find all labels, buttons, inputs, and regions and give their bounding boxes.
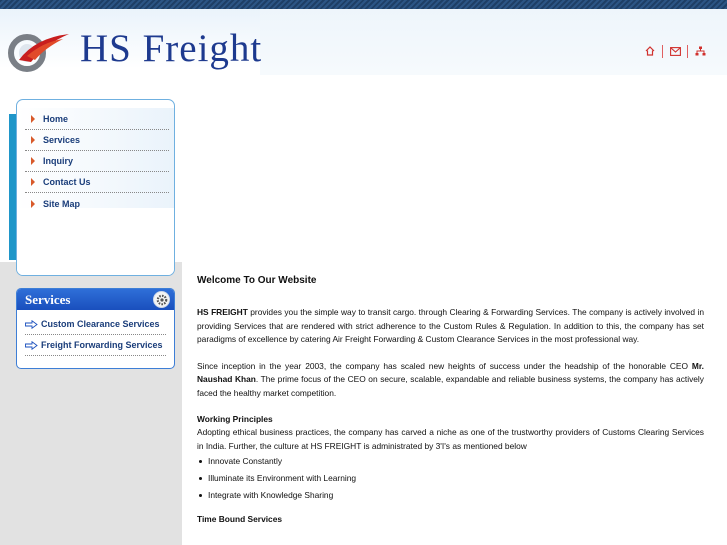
bullet-icon bbox=[199, 460, 202, 463]
bullet-icon bbox=[199, 477, 202, 480]
nav-item-label: Services bbox=[43, 135, 81, 145]
principles-list: Innovate Constantly Illuminate its Envir… bbox=[197, 453, 704, 504]
service-link-label: Custom Clearance Services bbox=[41, 319, 160, 329]
principle-label: Illuminate its Environment with Learning bbox=[208, 472, 357, 483]
principle-label: Innovate Constantly bbox=[208, 455, 283, 466]
nav-item-label: Site Map bbox=[43, 198, 81, 209]
list-item: Innovate Constantly bbox=[197, 453, 704, 470]
nav-item-contact-us[interactable]: Contact Us bbox=[25, 172, 169, 193]
header-banner bbox=[260, 9, 727, 75]
list-item: Integrate with Knowledge Sharing bbox=[197, 487, 704, 504]
sitemap-icon[interactable] bbox=[693, 44, 707, 58]
nav-item-home[interactable]: Home bbox=[25, 109, 169, 130]
service-link-custom-clearance[interactable]: Custom Clearance Services bbox=[25, 314, 166, 335]
arrow-right-icon bbox=[31, 136, 35, 144]
list-item: Illuminate its Environment with Learning bbox=[197, 470, 704, 487]
arrow-right-icon bbox=[31, 199, 35, 208]
divider bbox=[662, 44, 663, 58]
history-paragraph: Since inception in the year 2003, the co… bbox=[197, 360, 704, 401]
company-name: HS FREIGHT bbox=[197, 307, 248, 317]
services-box: Services Custom Clearance Services Freig… bbox=[16, 288, 175, 369]
bullet-icon bbox=[199, 494, 202, 497]
nav-item-inquiry[interactable]: Inquiry bbox=[25, 151, 169, 172]
nav-item-label: Inquiry bbox=[43, 156, 74, 166]
mail-icon[interactable] bbox=[668, 44, 682, 58]
nav-item-label: Contact Us bbox=[43, 177, 91, 187]
services-header: Services bbox=[17, 289, 174, 310]
hs-freight-swoosh-logo[interactable] bbox=[5, 30, 71, 74]
divider bbox=[687, 44, 688, 58]
nav-item-services[interactable]: Services bbox=[25, 130, 169, 151]
arrow-right-icon bbox=[31, 157, 35, 165]
nav-item-label: Home bbox=[43, 114, 69, 124]
nav-item-site-map[interactable]: Site Map bbox=[25, 193, 169, 214]
nav-box-bottom bbox=[17, 208, 174, 275]
arrow-right-icon bbox=[31, 178, 35, 186]
home-icon[interactable] bbox=[643, 44, 657, 58]
services-title: Services bbox=[25, 291, 71, 307]
arrow-right-icon bbox=[25, 319, 38, 329]
time-bound-heading: Time Bound Services bbox=[197, 514, 283, 524]
working-principles-text: Adopting ethical business practices, the… bbox=[197, 427, 704, 451]
arrow-right-icon bbox=[25, 340, 38, 350]
utility-links bbox=[643, 44, 707, 58]
main-content: Welcome To Our Website HS FREIGHT provid… bbox=[197, 274, 704, 526]
nav-list: Home Services Inquiry Contact Us Site Ma… bbox=[25, 109, 169, 214]
services-list: Custom Clearance Services Freight Forwar… bbox=[17, 310, 174, 356]
accent-bar bbox=[9, 114, 16, 260]
gear-icon bbox=[153, 291, 170, 308]
history-text-1: Since inception in the year 2003, the co… bbox=[197, 360, 692, 371]
intro-text: provides you the simple way to transit c… bbox=[197, 307, 704, 344]
intro-paragraph: HS FREIGHT provides you the simple way t… bbox=[197, 306, 704, 347]
main-navigation: Home Services Inquiry Contact Us Site Ma… bbox=[16, 99, 175, 276]
service-link-label: Freight Forwarding Services bbox=[41, 340, 163, 350]
page-title: Welcome To Our Website bbox=[197, 275, 317, 286]
principle-label: Integrate with Knowledge Sharing bbox=[208, 489, 334, 500]
working-principles-heading: Working Principles bbox=[197, 414, 273, 424]
brand-name[interactable]: HS Freight bbox=[80, 26, 262, 71]
top-stripe bbox=[0, 0, 727, 9]
service-link-freight-forwarding[interactable]: Freight Forwarding Services bbox=[25, 335, 166, 356]
arrow-right-icon bbox=[31, 115, 35, 123]
history-text-2: . The prime focus of the CEO on secure, … bbox=[197, 374, 704, 398]
